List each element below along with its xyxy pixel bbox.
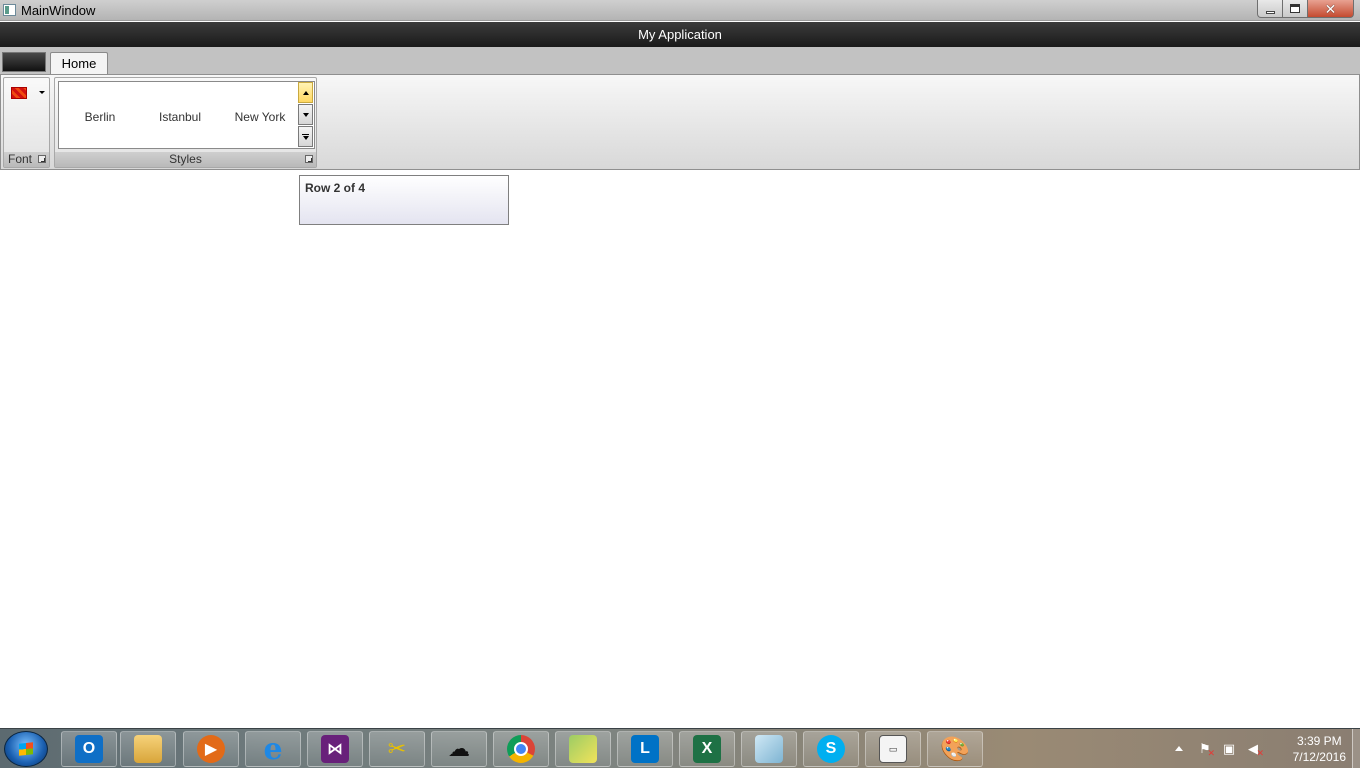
font-color-swatch-icon: [11, 87, 27, 99]
chevron-down-icon: [302, 112, 309, 117]
taskbar-file-explorer[interactable]: [120, 731, 176, 767]
media-player-icon: ▶: [197, 735, 225, 763]
row-status-text: Row 2 of 4: [305, 181, 366, 195]
expand-gallery-icon: [302, 133, 309, 140]
font-group-label-text: Font: [8, 152, 33, 166]
row-status-box: Row 2 of 4: [299, 175, 509, 225]
internet-explorer-icon: e: [263, 731, 283, 767]
taskbar-app-window[interactable]: ▭: [865, 731, 921, 767]
close-button[interactable]: ✕: [1308, 0, 1354, 18]
gallery-scroll-down-button[interactable]: [298, 104, 313, 125]
taskbar-paper-app[interactable]: [741, 731, 797, 767]
gallery-expand-button[interactable]: [298, 126, 313, 147]
close-icon: ✕: [1324, 0, 1337, 17]
styles-group-label-text: Styles: [169, 152, 202, 166]
styles-dialog-launcher-icon[interactable]: [305, 155, 313, 163]
chrome-icon: [507, 735, 535, 763]
action-center-flag-icon[interactable]: ⚑: [1197, 741, 1215, 761]
taskbar-skype[interactable]: S: [803, 731, 859, 767]
taskbar-lync[interactable]: L: [617, 731, 673, 767]
taskbar-internet-explorer[interactable]: e: [245, 731, 301, 767]
lync-icon: L: [631, 735, 659, 763]
chevron-down-icon: [39, 91, 45, 94]
taskbar-media-player[interactable]: ▶: [183, 731, 239, 767]
gallery-item-berlin[interactable]: Berlin: [60, 110, 140, 124]
maximize-icon: [1290, 4, 1300, 13]
paper-app-icon: [755, 735, 783, 763]
sticky-notes-icon: [569, 735, 597, 763]
clock-date: 7/12/2016: [1292, 750, 1346, 764]
gallery-scroll-up-button[interactable]: [298, 82, 313, 103]
font-color-button[interactable]: [9, 85, 47, 101]
minimize-button[interactable]: [1257, 0, 1283, 18]
window-title: MainWindow: [21, 3, 96, 18]
font-group: Font: [3, 77, 50, 168]
taskbar-outlook[interactable]: O: [61, 731, 117, 767]
taskbar-visual-studio[interactable]: ⋈: [307, 731, 363, 767]
visual-studio-icon: ⋈: [321, 735, 349, 763]
start-button[interactable]: [4, 731, 48, 767]
taskbar-clock[interactable]: 3:39 PM 7/12/2016: [1293, 733, 1346, 765]
styles-group-label: Styles: [55, 152, 316, 167]
taskbar-paint[interactable]: 🎨: [927, 731, 983, 767]
gallery-item-new-york[interactable]: New York: [220, 110, 300, 124]
network-icon[interactable]: ▣: [1221, 741, 1237, 757]
window-titlebar[interactable]: MainWindow ✕: [0, 0, 1360, 21]
taskbar: O ▶ e ⋈ ✂ ☁ L X S ▭ 🎨 ⚑ ▣ ◀ 3:39 PM 7/12…: [0, 728, 1360, 769]
ribbon-panel: Font Berlin Istanbul New York Styles: [0, 74, 1360, 170]
system-tray: ⚑ ▣ ◀ 3:39 PM 7/12/2016: [1175, 729, 1360, 769]
ribbon-tabs-row: Home: [0, 47, 1360, 76]
tab-home[interactable]: Home: [50, 52, 108, 76]
app-window-icon: ▭: [879, 735, 907, 763]
skype-icon: S: [817, 735, 845, 763]
application-menu-button[interactable]: [2, 52, 46, 72]
taskbar-tools[interactable]: ✂: [369, 731, 425, 767]
window-controls: ✕: [1257, 0, 1354, 18]
maximize-button[interactable]: [1283, 0, 1308, 18]
app-title: My Application: [638, 27, 722, 42]
taskbar-sticky-notes[interactable]: [555, 731, 611, 767]
tools-icon: ✂: [387, 736, 407, 761]
taskbar-chrome[interactable]: [493, 731, 549, 767]
folder-icon: [134, 735, 162, 763]
app-title-bar: My Application: [0, 22, 1360, 47]
app-window-icon[interactable]: [3, 4, 16, 16]
clock-time: 3:39 PM: [1296, 734, 1342, 748]
gallery-scroll-column: [298, 82, 314, 148]
paint-palette-icon: 🎨: [940, 735, 970, 763]
minimize-icon: [1265, 10, 1275, 14]
font-group-label: Font: [4, 152, 49, 167]
styles-gallery: Berlin Istanbul New York: [58, 81, 315, 149]
blender-icon: ☁: [448, 736, 470, 761]
volume-muted-icon[interactable]: ◀: [1245, 741, 1264, 761]
taskbar-blender[interactable]: ☁: [431, 731, 487, 767]
chevron-up-icon: [302, 90, 309, 95]
styles-group: Berlin Istanbul New York Styles: [54, 77, 317, 168]
excel-icon: X: [693, 735, 721, 763]
taskbar-excel[interactable]: X: [679, 731, 735, 767]
font-dialog-launcher-icon[interactable]: [38, 155, 46, 163]
show-hidden-icons-arrow-icon[interactable]: [1175, 746, 1183, 751]
gallery-item-istanbul[interactable]: Istanbul: [140, 110, 220, 124]
outlook-icon: O: [75, 735, 103, 763]
show-desktop-button[interactable]: [1352, 729, 1360, 769]
